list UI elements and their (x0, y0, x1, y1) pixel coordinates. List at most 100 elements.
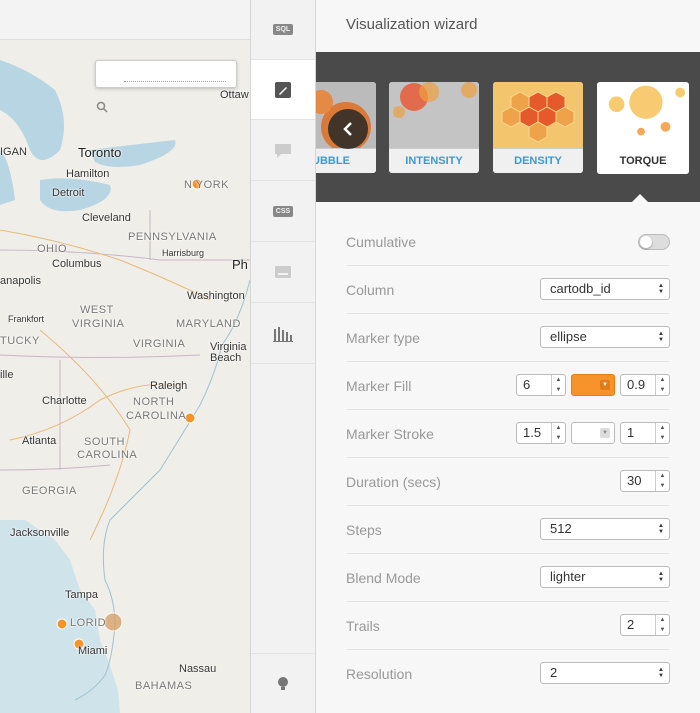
marker-fill-opacity-stepper[interactable]: 0.9 ▲ ▼ (620, 374, 670, 396)
row-marker-stroke: Marker Stroke 1.5 ▲ ▼ ▼ 1 ▲ ▼ (346, 410, 670, 458)
spin-arrows-icon[interactable]: ▲ ▼ (655, 615, 669, 635)
map-label: Toronto (78, 145, 122, 160)
basemap (0, 40, 250, 713)
spin-arrows-icon[interactable]: ▲ ▼ (551, 375, 565, 395)
map-label: Hamilton (66, 168, 110, 180)
map-label: WEST (80, 304, 114, 316)
map-label: Ottaw (220, 89, 249, 101)
marker-stroke-color-picker[interactable]: ▼ (571, 422, 615, 444)
lightbulb-icon (278, 676, 288, 690)
map-label: BAHAMAS (135, 680, 193, 692)
spin-arrows-icon[interactable]: ▲ ▼ (655, 375, 669, 395)
css-tab[interactable]: CSS (251, 182, 315, 242)
map-label: Detroit (52, 187, 85, 199)
stepper-value: 30 (627, 473, 642, 488)
map-marker[interactable] (103, 612, 123, 632)
filters-tab[interactable] (251, 304, 315, 364)
viz-card-density[interactable]: DENSITY (493, 82, 583, 173)
map-view[interactable]: Ottaw Toronto Hamilton IGAN Detroit N YO… (0, 0, 250, 713)
map-label: PENNSYLVANIA (128, 231, 217, 243)
viz-card-intensity[interactable]: INTENSITY (389, 82, 479, 173)
row-marker-type: Marker type ellipse ▲ ▼ (346, 314, 670, 362)
search-input[interactable] (124, 81, 226, 82)
carousel-prev-button[interactable] (328, 109, 368, 149)
select-value: 512 (550, 521, 572, 536)
map-label: Washington (187, 290, 245, 302)
tool-rail: SQL CSS (250, 0, 316, 713)
map-label: NORTH (133, 396, 175, 408)
map-label: Frankfort (8, 314, 45, 324)
column-select[interactable]: cartodb_id ▲ ▼ (540, 278, 670, 300)
selected-type-pointer (631, 194, 649, 203)
wizard-tab[interactable] (251, 60, 315, 120)
spin-arrows-icon[interactable]: ▲ ▼ (551, 423, 565, 443)
row-label: Steps (346, 522, 382, 538)
map-label: ille (0, 369, 14, 381)
row-column: Column cartodb_id ▲ ▼ (346, 266, 670, 314)
sql-tab[interactable]: SQL (251, 0, 315, 60)
row-label: Trails (346, 618, 380, 634)
map-label: IGAN (0, 146, 27, 158)
map-label: VIRGINIA (133, 338, 186, 350)
row-label: Cumulative (346, 234, 417, 250)
map-label: N YORK (184, 179, 229, 191)
viz-card-torque[interactable]: TORQUE (597, 82, 689, 174)
duration-stepper[interactable]: 30 ▲ ▼ (620, 470, 670, 492)
row-blend-mode: Blend Mode lighter ▲ ▼ (346, 554, 670, 602)
map-marker[interactable] (56, 618, 68, 630)
select-arrows-icon: ▲ ▼ (658, 523, 664, 535)
map-search[interactable] (95, 60, 237, 113)
marker-stroke-opacity-stepper[interactable]: 1 ▲ ▼ (620, 422, 670, 444)
speech-bubble-icon (275, 143, 291, 158)
steps-select[interactable]: 512 ▲ ▼ (540, 518, 670, 540)
infowindow-tab[interactable] (251, 121, 315, 181)
map-label: SOUTH (84, 436, 125, 448)
resolution-select[interactable]: 2 ▲ ▼ (540, 662, 670, 684)
map-label: LORID (70, 617, 107, 629)
paintbrush-icon (275, 81, 291, 98)
map-label: MARYLAND (176, 318, 241, 330)
viz-card-label: INTENSITY (389, 148, 479, 173)
legend-tab[interactable] (251, 243, 315, 303)
marker-type-select[interactable]: ellipse ▲ ▼ (540, 326, 670, 348)
map-label: Jacksonville (10, 527, 70, 539)
map-label: Cleveland (82, 212, 131, 224)
map-header-bar (0, 0, 250, 40)
select-value: lighter (550, 569, 586, 584)
panel-title: Visualization wizard (346, 16, 478, 33)
row-label: Column (346, 282, 395, 298)
map-label: Atlanta (22, 435, 57, 447)
row-cumulative: Cumulative (346, 218, 670, 266)
viz-card-label: UBBLE (316, 148, 376, 173)
row-resolution: Resolution 2 ▲ ▼ (346, 650, 670, 698)
map-label: CAROLINA (77, 449, 138, 461)
map-label: Miami (78, 645, 108, 657)
select-value: 2 (550, 665, 558, 680)
legend-icon (275, 265, 291, 278)
spin-arrows-icon[interactable]: ▲ ▼ (655, 423, 669, 443)
blend-mode-select[interactable]: lighter ▲ ▼ (540, 566, 670, 588)
map-label: CAROLINA (126, 410, 187, 422)
row-label: Duration (secs) (346, 474, 441, 490)
marker-stroke-width-stepper[interactable]: 1.5 ▲ ▼ (516, 422, 566, 444)
spin-arrows-icon[interactable]: ▲ ▼ (655, 471, 669, 491)
stepper-value: 6 (523, 377, 531, 392)
help-tab[interactable] (251, 653, 315, 713)
cumulative-toggle[interactable] (638, 234, 670, 250)
row-label: Blend Mode (346, 570, 421, 586)
row-trails: Trails 2 ▲ ▼ (346, 602, 670, 650)
visualization-wizard-panel: Visualization wizard UBBLE INTENSITY DEN… (316, 0, 700, 713)
map-label: Ph (232, 257, 248, 272)
histogram-icon (273, 326, 293, 342)
marker-fill-color-picker[interactable]: ▼ (571, 374, 615, 396)
map-label: TUCKY (0, 335, 40, 347)
map-label: Harrisburg (162, 248, 205, 258)
map-label: OHIO (37, 243, 68, 255)
torque-settings-form: Cumulative Column cartodb_id ▲ ▼ Marker t… (346, 218, 670, 698)
trails-stepper[interactable]: 2 ▲ ▼ (620, 614, 670, 636)
marker-fill-width-stepper[interactable]: 6 ▲ ▼ (516, 374, 566, 396)
row-label: Marker Stroke (346, 426, 434, 442)
map-marker[interactable] (184, 412, 196, 424)
viz-card-label: DENSITY (493, 148, 583, 173)
map-label: anapolis (0, 275, 41, 287)
